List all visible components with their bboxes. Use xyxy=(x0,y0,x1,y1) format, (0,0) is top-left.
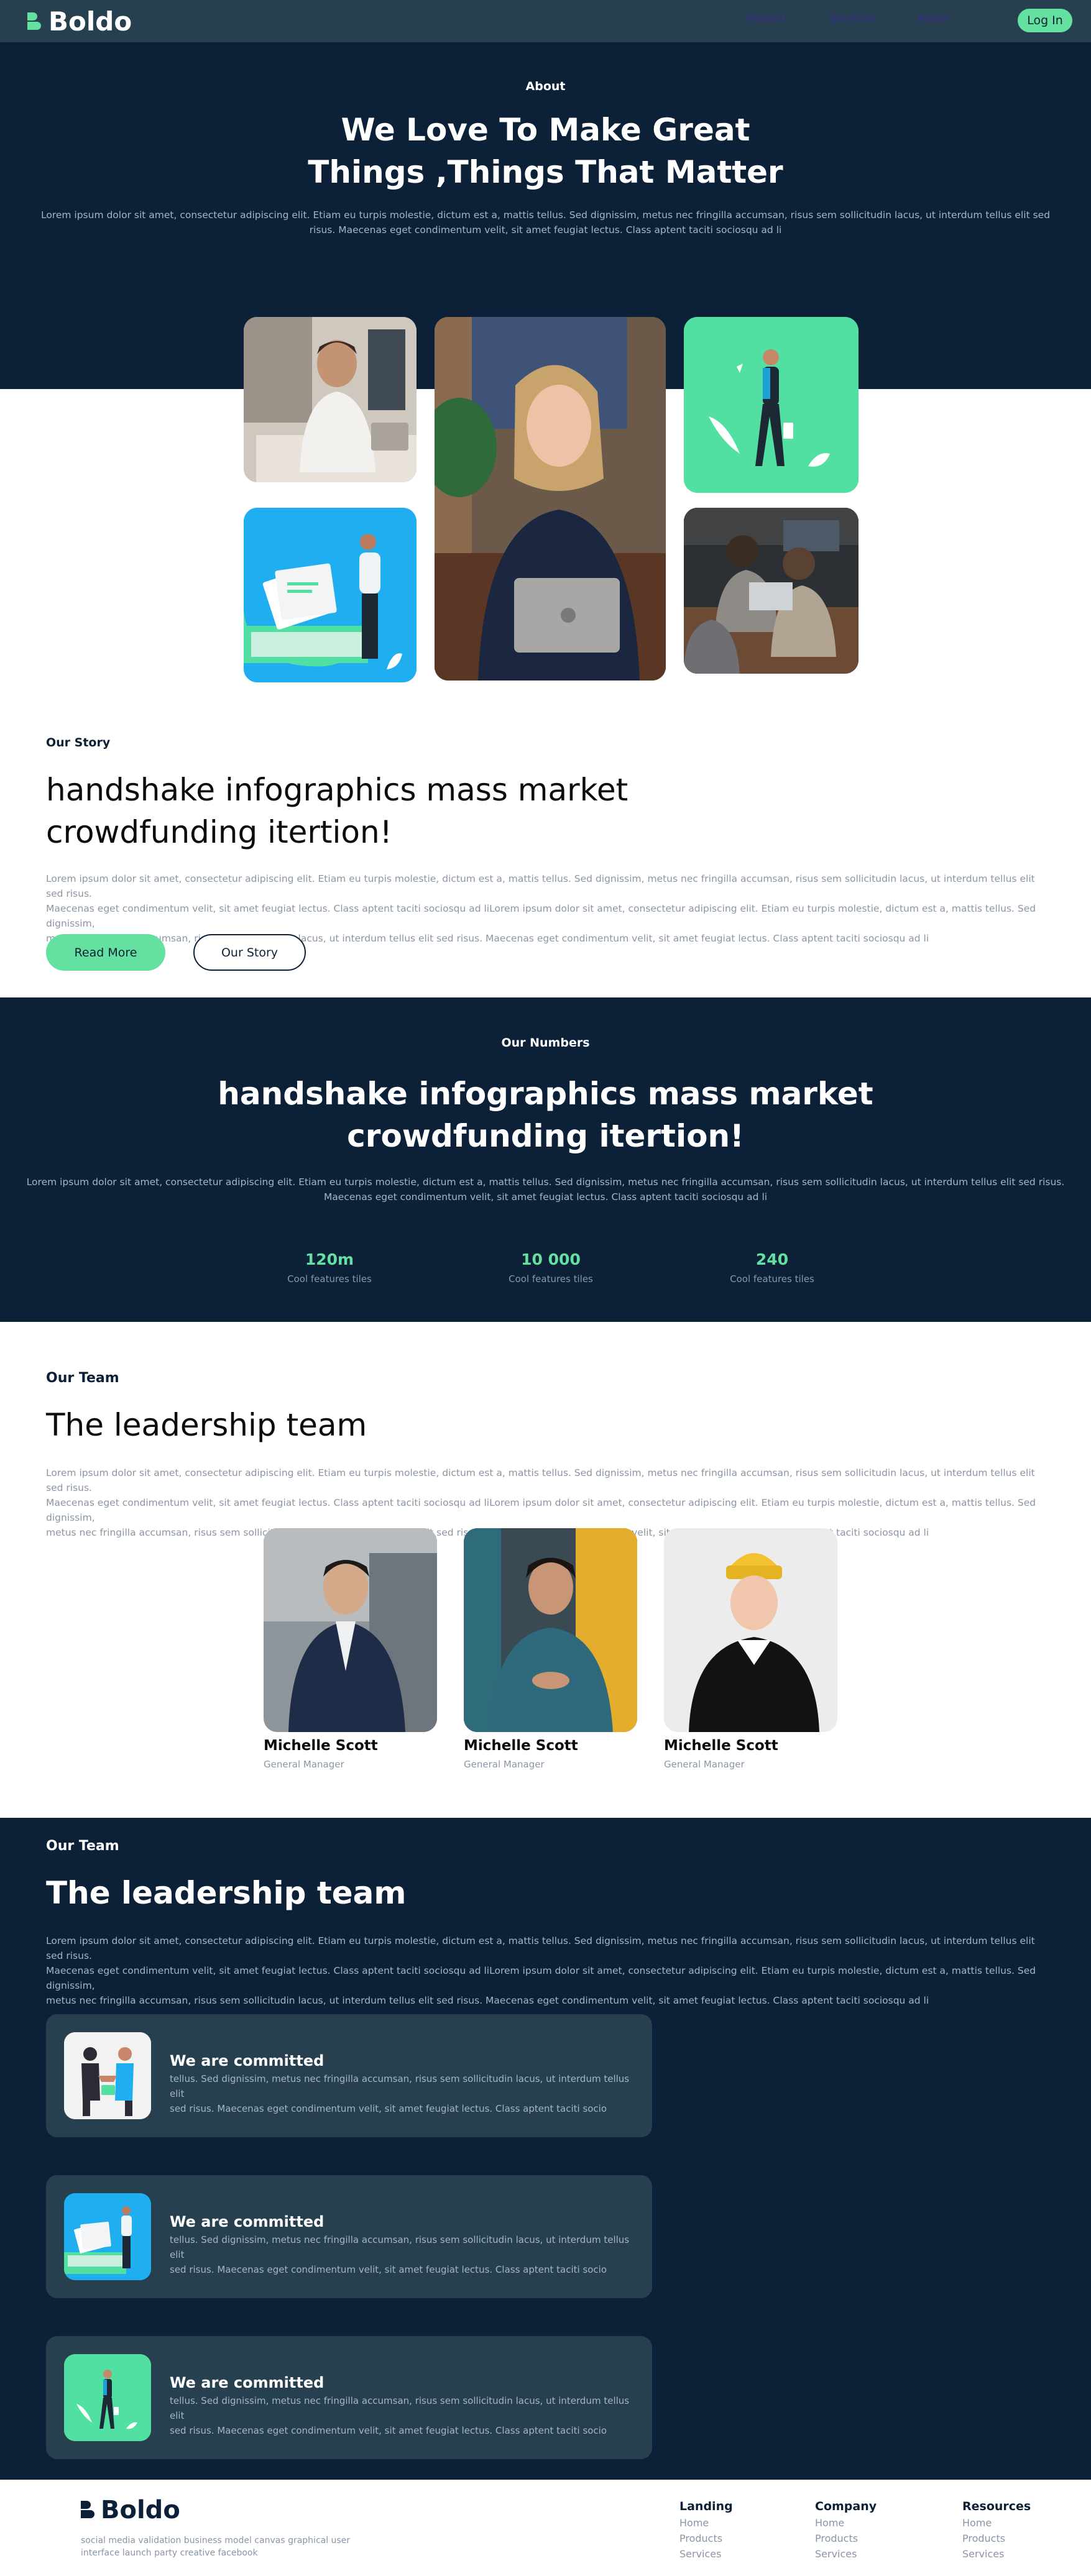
read-more-button[interactable]: Read More xyxy=(46,934,165,971)
logo-icon xyxy=(81,2501,94,2519)
card-title: We are committed xyxy=(170,2213,325,2230)
story-eyebrow: Our Story xyxy=(46,736,111,749)
footer-link-services[interactable]: Services xyxy=(679,2548,733,2560)
card-text-line1: tellus. Sed dignissim, metus nec fringil… xyxy=(170,2073,630,2099)
card-text-line2: sed risus. Maecenas eget condimentum vel… xyxy=(170,2264,607,2275)
top-navbar: Boldo Product Services About Log In xyxy=(0,0,1091,42)
team2-title: The leadership team xyxy=(46,1875,407,1911)
footer-tagline-line2: interface launch party creative facebook xyxy=(81,2548,258,2558)
member-name: Michelle Scott xyxy=(664,1738,778,1754)
handshake-illustration xyxy=(64,2032,151,2119)
story-paragraph-line2: Maecenas eget condimentum velit, sit ame… xyxy=(46,903,1036,929)
login-button[interactable]: Log In xyxy=(1018,9,1072,32)
footer-link-services[interactable]: Services xyxy=(962,2548,1031,2560)
stat-1: 120m Cool features tiles xyxy=(267,1250,392,1285)
commitment-card: We are committed tellus. Sed dignissim, … xyxy=(46,2336,652,2459)
numbers-title-line2: crowdfunding itertion! xyxy=(347,1118,744,1154)
team2-paragraph-line3: metus nec fringilla accumsan, risus sem … xyxy=(46,1995,929,2006)
brand-name: Boldo xyxy=(48,6,132,37)
numbers-title-line1: handshake infographics mass market xyxy=(218,1076,873,1112)
team-paragraph-line1: Lorem ipsum dolor sit amet, consectetur … xyxy=(46,1467,1035,1493)
logo-icon xyxy=(27,12,42,31)
photo-team-at-computer xyxy=(684,508,859,674)
team-paragraph-line2: Maecenas eget condimentum velit, sit ame… xyxy=(46,1497,1036,1523)
stat-2: 10 000 Cool features tiles xyxy=(489,1250,613,1285)
nav-product[interactable]: Product xyxy=(746,12,786,25)
team2-paragraph-line1: Lorem ipsum dolor sit amet, consectetur … xyxy=(46,1935,1035,1961)
card-text: tellus. Sed dignissim, metus nec fringil… xyxy=(170,2232,630,2277)
hero-paragraph-line2: risus. Maecenas eget condimentum velit, … xyxy=(309,224,782,236)
our-story-button[interactable]: Our Story xyxy=(193,934,306,971)
card-title: We are committed xyxy=(170,2374,325,2391)
member-photo xyxy=(664,1528,837,1732)
hero-title-line2: Things ,Things That Matter xyxy=(308,154,783,190)
card-text-line1: tellus. Sed dignissim, metus nec fringil… xyxy=(170,2234,630,2260)
story-paragraph-line1: Lorem ipsum dolor sit amet, consectetur … xyxy=(46,873,1035,899)
stat-label: Cool features tiles xyxy=(287,1273,372,1285)
footer-column-landing: Landing Home Products Services xyxy=(679,2500,733,2560)
stat-3: 240 Cool features tiles xyxy=(710,1250,834,1285)
card-text: tellus. Sed dignissim, metus nec fringil… xyxy=(170,2393,630,2438)
nav-services[interactable]: Services xyxy=(830,12,875,25)
member-role: General Manager xyxy=(464,1759,545,1770)
illustration-man-with-phone xyxy=(684,317,859,493)
hero-eyebrow: About xyxy=(525,80,566,93)
footer-heading: Resources xyxy=(962,2500,1031,2513)
member-photo xyxy=(464,1528,637,1732)
footer-tagline: social media validation business model c… xyxy=(81,2534,350,2559)
stat-value: 240 xyxy=(755,1250,789,1268)
footer-brand: Boldo xyxy=(101,2496,180,2524)
numbers-eyebrow: Our Numbers xyxy=(501,1036,590,1050)
story-paragraph: Lorem ipsum dolor sit amet, consectetur … xyxy=(46,871,1053,946)
photo-man-on-phone xyxy=(244,317,417,482)
numbers-paragraph-line1: Lorem ipsum dolor sit amet, consectetur … xyxy=(26,1176,1065,1188)
hero-title-line1: We Love To Make Great xyxy=(341,112,750,148)
team-title: The leadership team xyxy=(46,1407,367,1443)
footer-link-products[interactable]: Products xyxy=(679,2532,733,2544)
nav-about[interactable]: About xyxy=(918,12,949,25)
member-role: General Manager xyxy=(664,1759,745,1770)
stat-label: Cool features tiles xyxy=(730,1273,814,1285)
story-title-line2: crowdfunding itertion! xyxy=(46,814,392,850)
brand-logo[interactable]: Boldo xyxy=(27,6,132,37)
documents-illustration xyxy=(64,2193,151,2280)
team2-paragraph: Lorem ipsum dolor sit amet, consectetur … xyxy=(46,1933,1053,2008)
card-text-line2: sed risus. Maecenas eget condimentum vel… xyxy=(170,2425,607,2436)
footer-link-products[interactable]: Products xyxy=(815,2532,877,2544)
footer-heading: Company xyxy=(815,2500,877,2513)
card-text: tellus. Sed dignissim, metus nec fringil… xyxy=(170,2071,630,2116)
commitment-card: We are committed tellus. Sed dignissim, … xyxy=(46,2014,652,2137)
footer-tagline-line1: social media validation business model c… xyxy=(81,2536,351,2546)
footer-link-home[interactable]: Home xyxy=(962,2517,1031,2529)
team2-paragraph-line2: Maecenas eget condimentum velit, sit ame… xyxy=(46,1965,1036,1991)
footer-heading: Landing xyxy=(679,2500,733,2513)
footer: Boldo social media validation business m… xyxy=(0,2480,1091,2576)
stat-value: 120m xyxy=(305,1250,354,1268)
footer-link-home[interactable]: Home xyxy=(815,2517,877,2529)
footer-column-resources: Resources Home Products Services xyxy=(962,2500,1031,2560)
numbers-paragraph-line2: Maecenas eget condimentum velit, sit ame… xyxy=(323,1191,768,1203)
commitment-card: We are committed tellus. Sed dignissim, … xyxy=(46,2175,652,2298)
team2-eyebrow: Our Team xyxy=(46,1838,119,1854)
member-role: General Manager xyxy=(264,1759,344,1770)
illustration-man-with-documents xyxy=(244,508,417,682)
footer-column-company: Company Home Products Services xyxy=(815,2500,877,2560)
stat-value: 10 000 xyxy=(521,1250,581,1268)
card-text-line2: sed risus. Maecenas eget condimentum vel… xyxy=(170,2103,607,2114)
hero-paragraph-line1: Lorem ipsum dolor sit amet, consectetur … xyxy=(40,209,1051,221)
stat-label: Cool features tiles xyxy=(509,1273,593,1285)
card-title: We are committed xyxy=(170,2052,325,2070)
footer-link-services[interactable]: Services xyxy=(815,2548,877,2560)
footer-logo[interactable]: Boldo xyxy=(81,2496,180,2524)
card-text-line1: tellus. Sed dignissim, metus nec fringil… xyxy=(170,2395,630,2421)
member-name: Michelle Scott xyxy=(264,1738,378,1754)
story-title-line1: handshake infographics mass market xyxy=(46,772,628,808)
man-with-phone-illustration xyxy=(64,2354,151,2441)
team-eyebrow: Our Team xyxy=(46,1370,119,1386)
footer-link-home[interactable]: Home xyxy=(679,2517,733,2529)
member-photo xyxy=(264,1528,437,1732)
photo-woman-with-laptop xyxy=(435,317,666,681)
footer-link-products[interactable]: Products xyxy=(962,2532,1031,2544)
member-name: Michelle Scott xyxy=(464,1738,578,1754)
